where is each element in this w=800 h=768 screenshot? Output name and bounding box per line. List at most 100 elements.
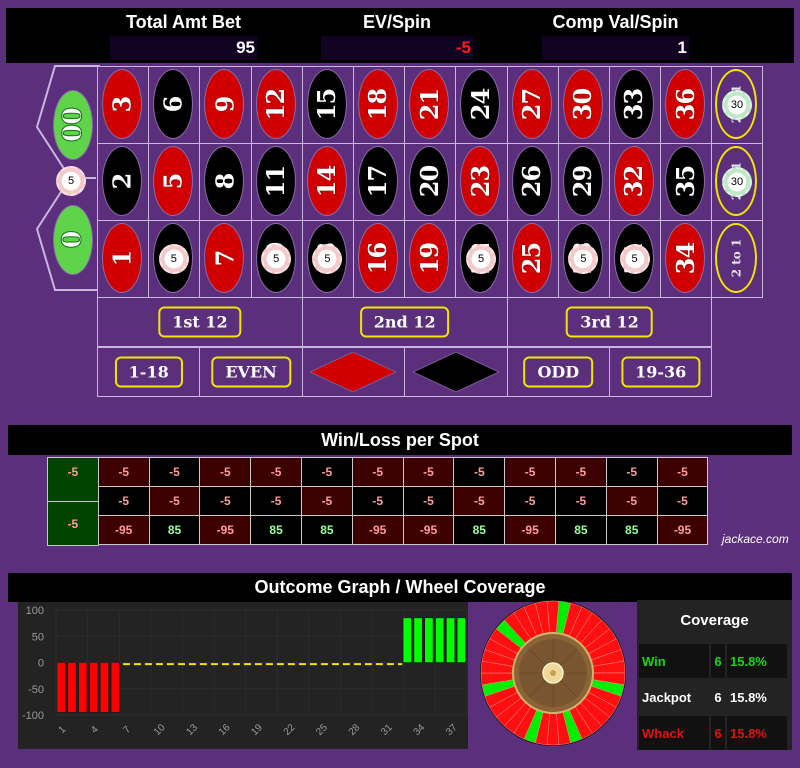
number-spot-27[interactable]: 27: [506, 66, 559, 144]
number-spot-29[interactable]: 29: [557, 143, 610, 221]
wl-value: -5: [524, 494, 536, 508]
even-money-19-36[interactable]: 19-36: [609, 347, 713, 397]
number-spot-25[interactable]: 25: [506, 220, 559, 298]
wl-value: 85: [320, 523, 334, 537]
wl-value: -5: [270, 465, 282, 479]
number-label: 9: [209, 96, 239, 112]
wl-value: -5: [677, 465, 688, 479]
bet-chip[interactable]: 5: [466, 243, 496, 274]
y-tick-label: 100: [26, 605, 44, 617]
number-spot-20[interactable]: 20: [404, 143, 457, 221]
wl-value: -95: [115, 523, 133, 537]
number-spot-8[interactable]: 8: [199, 143, 252, 221]
number-spot-6[interactable]: 6: [148, 66, 201, 144]
outcome-bar: [435, 617, 445, 663]
number-oval: 5: [153, 146, 194, 216]
bet-chip[interactable]: 30: [722, 89, 752, 120]
total-amt-bet: Total Amt Bet 95: [110, 8, 257, 60]
bet-chip[interactable]: 30: [722, 166, 752, 197]
number-spot-18[interactable]: 18: [353, 66, 406, 144]
wl-value: -5: [575, 465, 587, 479]
number-spot-14[interactable]: 14: [301, 143, 354, 221]
column-bet-1[interactable]: 2 to 1: [711, 220, 763, 298]
number-spot-9[interactable]: 9: [199, 66, 252, 144]
dozen-bet-3[interactable]: 3rd 12: [506, 297, 713, 347]
dozen-label: 2nd 12: [359, 306, 450, 338]
number-spot-30[interactable]: 30: [557, 66, 610, 144]
zero-label: 0: [58, 231, 89, 249]
number-spot-11[interactable]: 11: [250, 143, 303, 221]
coverage-row-jackpot: Jackpot 6 15.8%: [639, 680, 790, 714]
wl-cell-3: -5: [97, 457, 150, 487]
ev-spin-value: -5: [321, 36, 473, 60]
bet-chip[interactable]: 5: [56, 166, 86, 196]
x-tick-label: 1: [57, 724, 69, 736]
wl-cell-7: -95: [199, 515, 252, 545]
number-label: 34: [670, 242, 700, 274]
x-tick-label: 4: [89, 724, 101, 736]
number-spot-21[interactable]: 21: [404, 66, 457, 144]
number-spot-17[interactable]: 17: [353, 143, 406, 221]
number-spot-15[interactable]: 15: [301, 66, 354, 144]
number-spot-5[interactable]: 5: [148, 143, 201, 221]
even-money-odd[interactable]: ODD: [506, 347, 610, 397]
wl-cell-5: -5: [148, 486, 201, 516]
number-spot-32[interactable]: 32: [609, 143, 662, 221]
bet-chip[interactable]: 5: [158, 243, 189, 274]
site-credit[interactable]: jackace.com: [722, 532, 789, 546]
number-label: 1: [107, 250, 137, 266]
number-spot-16[interactable]: 16: [353, 220, 406, 298]
number-label: 16: [363, 242, 393, 274]
wl-cell-4: 85: [148, 515, 201, 545]
x-tick-label: 16: [217, 722, 233, 738]
dozen-bet-2[interactable]: 2nd 12: [301, 297, 508, 347]
number-spot-12[interactable]: 12: [250, 66, 303, 144]
x-tick-label: 25: [314, 722, 330, 738]
even-money-even[interactable]: EVEN: [199, 347, 303, 397]
bet-chip[interactable]: 5: [619, 243, 650, 274]
even-money-red[interactable]: [301, 347, 406, 397]
number-oval: 8: [204, 146, 245, 216]
zero-spot-0[interactable]: 0: [52, 203, 96, 279]
number-label: 5: [158, 173, 188, 189]
bet-chip[interactable]: 5: [261, 243, 292, 274]
zero-spot-00[interactable]: 00: [52, 88, 96, 164]
wl-value: -5: [67, 516, 79, 531]
number-spot-23[interactable]: 23: [455, 143, 508, 221]
wl-cell-14: -5: [301, 486, 353, 516]
number-spot-3[interactable]: 3: [97, 66, 150, 144]
outcome-bar: [67, 662, 77, 713]
number-spot-36[interactable]: 36: [660, 66, 713, 144]
wl-cell-15: -5: [301, 457, 353, 487]
number-label: 27: [517, 88, 547, 120]
comp-val-spin-value: 1: [542, 36, 689, 60]
number-spot-1[interactable]: 1: [97, 220, 150, 298]
number-label: 19: [414, 242, 444, 274]
number-label: 15: [312, 88, 342, 120]
number-spot-24[interactable]: 24: [455, 66, 508, 144]
wl-cell-36: -5: [656, 457, 709, 487]
outcome-bar: [100, 662, 109, 713]
bet-chip[interactable]: 5: [568, 243, 599, 274]
number-spot-26[interactable]: 26: [506, 143, 559, 221]
number-spot-35[interactable]: 35: [660, 143, 713, 221]
wl-cell-22: 85: [453, 515, 506, 545]
dozen-bet-1[interactable]: 1st 12: [97, 297, 303, 347]
number-spot-33[interactable]: 33: [609, 66, 662, 144]
wl-cell-2: -5: [97, 486, 150, 516]
number-spot-19[interactable]: 19: [404, 220, 457, 298]
even-money-label: 1-18: [114, 356, 183, 388]
wl-cell-35: -5: [656, 486, 709, 516]
number-oval: 30: [562, 69, 603, 139]
even-money-1-18[interactable]: 1-18: [97, 347, 201, 397]
number-spot-7[interactable]: 7: [199, 220, 252, 298]
number-spot-34[interactable]: 34: [660, 220, 713, 298]
number-spot-2[interactable]: 2: [97, 143, 150, 221]
bet-chip[interactable]: 5: [312, 243, 343, 274]
coverage-label: Whack: [639, 716, 709, 750]
wl-cell-19: -95: [402, 515, 455, 545]
even-money-black[interactable]: [404, 347, 508, 397]
wl-cell-33: -5: [605, 457, 658, 487]
number-label: 18: [363, 88, 393, 120]
wl-value: -95: [673, 523, 692, 537]
